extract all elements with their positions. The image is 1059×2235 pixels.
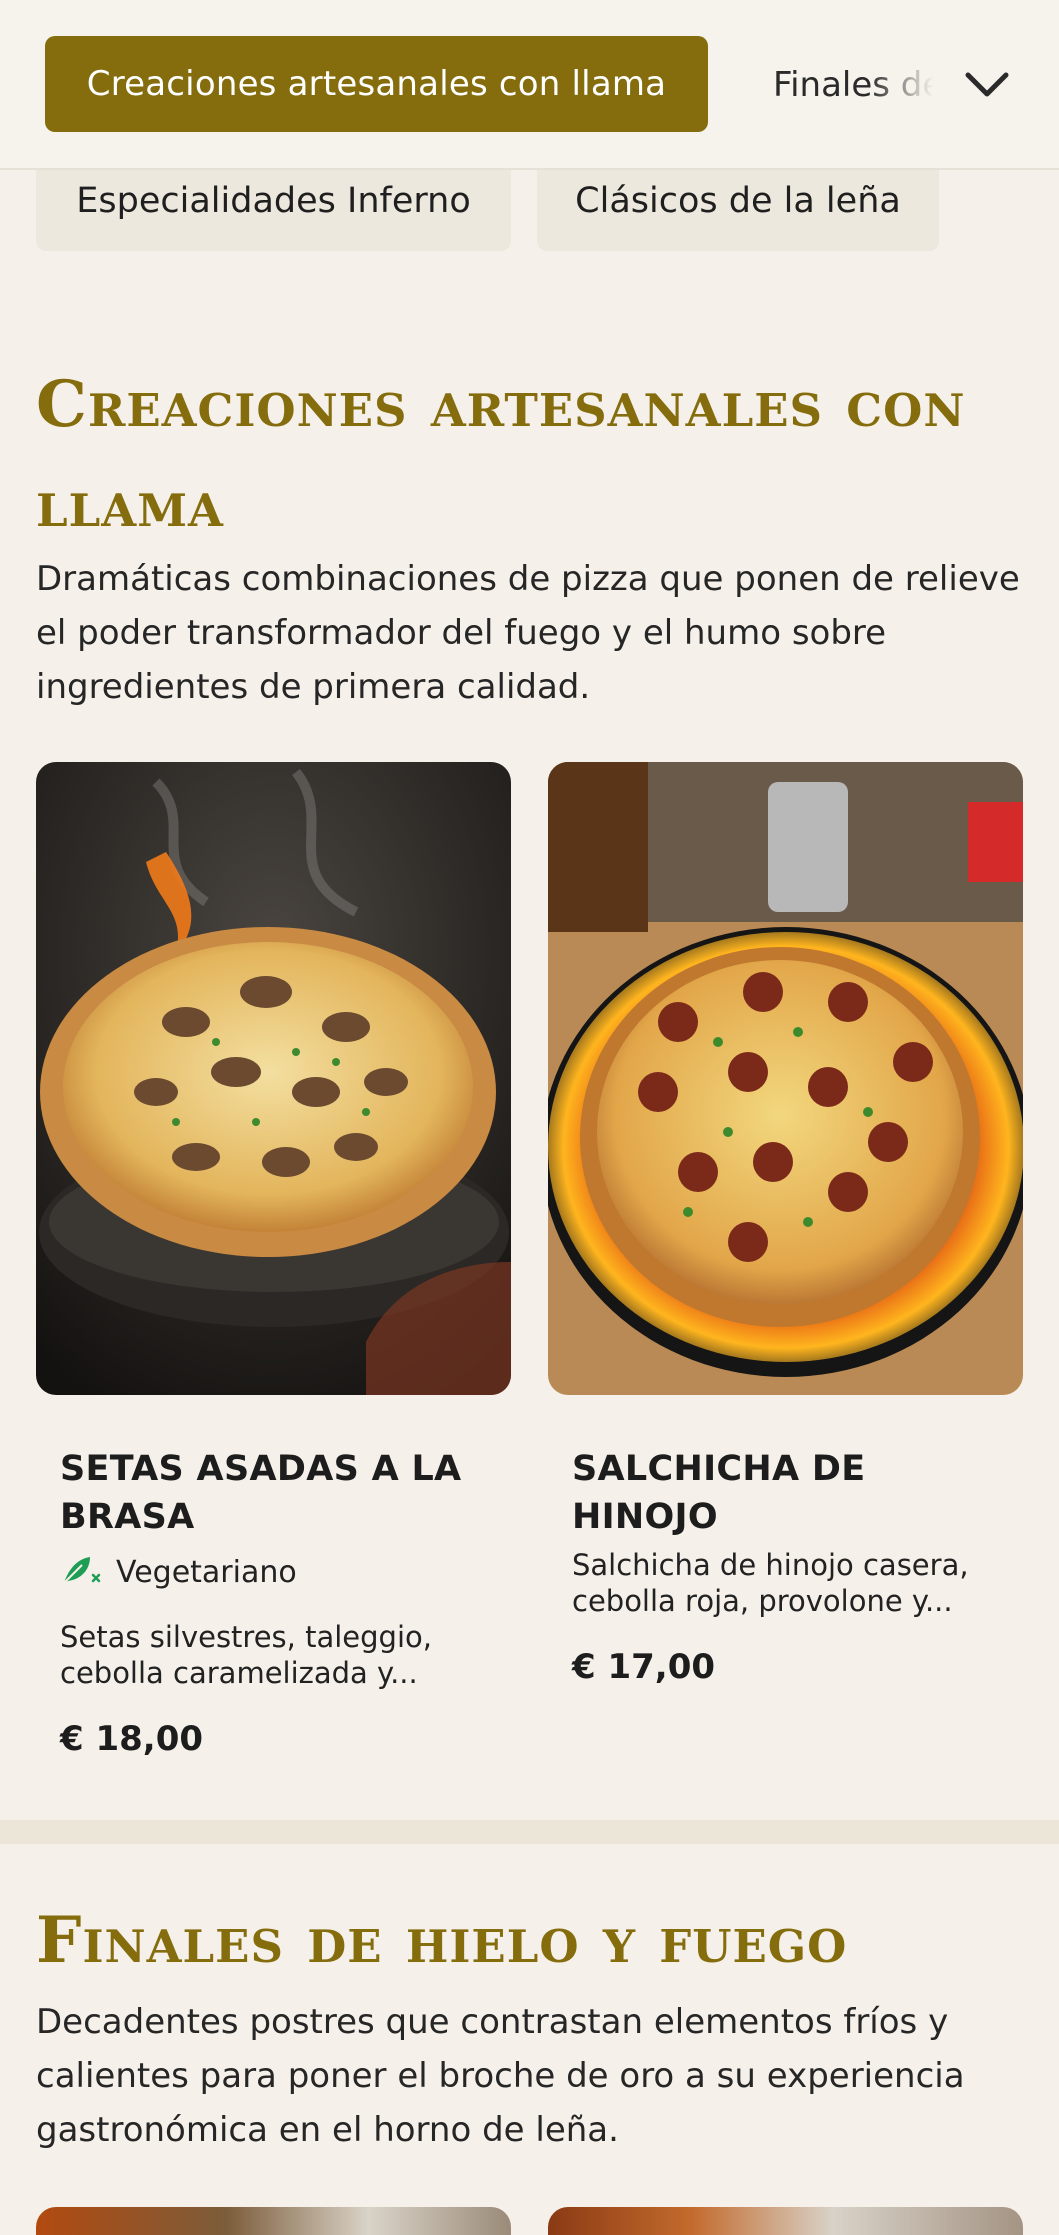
chevron-down-icon[interactable] <box>962 60 1012 110</box>
item-name: SALCHICHA DE HINOJO <box>572 1449 866 1537</box>
item-description: Salchicha de hinojo casera, cebolla roja… <box>572 1548 969 1618</box>
tab-creaciones-artesanales[interactable]: Creaciones artesanales con llama <box>45 36 708 132</box>
pizza-image <box>548 762 1023 1395</box>
section-description: Dramáticas combinaciones de pizza que po… <box>36 559 1020 707</box>
section-title: Creaciones artesanales con llama <box>36 367 966 542</box>
tab-finales-hielo-fuego[interactable]: Finales de hielo y fuego <box>773 55 933 115</box>
dessert-image[interactable] <box>548 2207 1023 2235</box>
dessert-image[interactable] <box>36 2207 511 2235</box>
section-divider <box>0 1820 1059 1844</box>
section-description: Decadentes postres que contrastan elemen… <box>36 2002 965 2150</box>
menu-item-card[interactable]: SALCHICHA DE HINOJO Salchicha de hinojo … <box>548 762 1023 1687</box>
item-price: € 18,00 <box>60 1719 204 1759</box>
vegetarian-badge: Vegetariano <box>60 1553 487 1591</box>
category-nav: Creaciones artesanales con llama Finales… <box>0 0 1059 170</box>
menu-item-card[interactable]: SETAS ASADAS A LA BRASA Vegetariano Seta… <box>36 762 511 1759</box>
item-price: € 17,00 <box>572 1647 716 1687</box>
vegetarian-label: Vegetariano <box>116 1554 297 1590</box>
section-title: Finales de hielo y fuego <box>36 1903 848 1978</box>
leaf-icon <box>60 1553 102 1591</box>
item-description: Setas silvestres, taleggio, cebolla cara… <box>60 1620 432 1690</box>
item-name: SETAS ASADAS A LA BRASA <box>60 1449 462 1537</box>
pizza-image <box>36 762 511 1395</box>
